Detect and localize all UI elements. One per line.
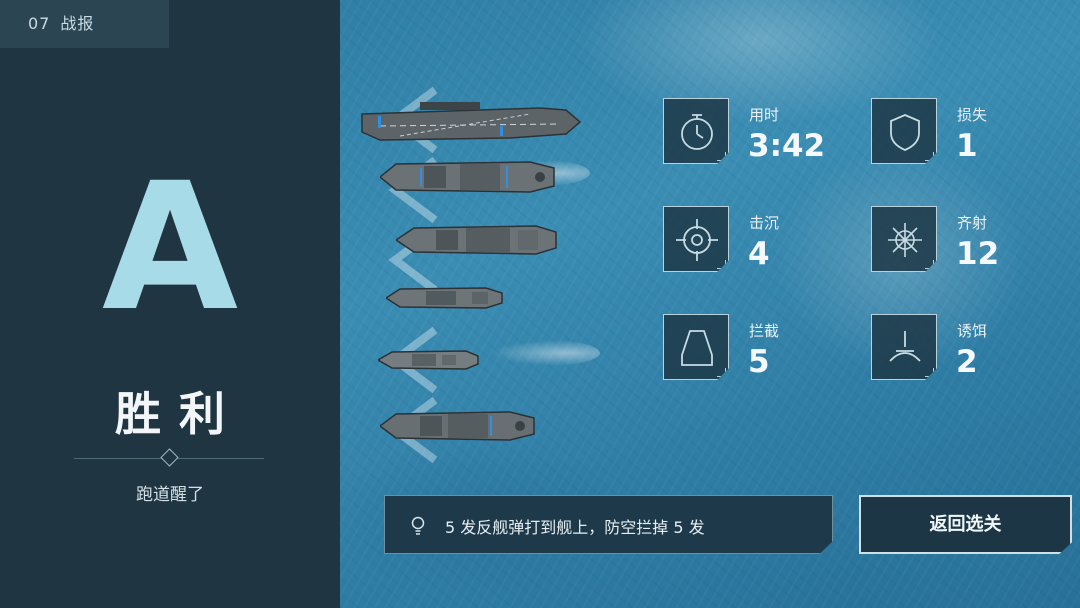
stat-label: 诱饵 bbox=[957, 322, 988, 340]
tip-bar: 5 发反舰弹打到舰上，防空拦掉 5 发 bbox=[384, 495, 833, 554]
shield-icon bbox=[890, 114, 920, 151]
decoy-icon bbox=[889, 331, 921, 362]
stat-label: 齐射 bbox=[957, 214, 988, 232]
salvo-burst-icon bbox=[888, 223, 922, 257]
lightbulb-icon bbox=[411, 516, 425, 535]
destroyer bbox=[380, 408, 536, 444]
destroyer bbox=[396, 222, 558, 258]
tip-text: 5 发反舰弹打到舰上，防空拦掉 5 发 bbox=[445, 518, 705, 537]
aircraft-carrier bbox=[360, 100, 582, 144]
stat-label: 击沉 bbox=[749, 214, 780, 232]
stat-value: 4 bbox=[748, 236, 770, 272]
destroyer bbox=[380, 158, 556, 196]
mission-title: 战报 bbox=[60, 14, 95, 33]
back-to-level-select-button[interactable]: 返回选关 bbox=[859, 495, 1072, 554]
stat-label: 拦截 bbox=[749, 322, 780, 340]
stat-value: 2 bbox=[956, 344, 978, 380]
stat-value: 3:42 bbox=[748, 128, 826, 164]
result-title: 胜利 bbox=[115, 387, 243, 441]
diamond-icon bbox=[160, 448, 179, 467]
stat-value: 5 bbox=[748, 344, 770, 380]
mission-number: 07 bbox=[28, 14, 51, 33]
intercept-icon bbox=[681, 330, 713, 366]
stat-value: 1 bbox=[956, 128, 978, 164]
stat-label: 用时 bbox=[749, 106, 780, 124]
stat-label: 损失 bbox=[957, 106, 988, 124]
crosshair-icon bbox=[676, 219, 718, 261]
mission-tag: 07 战报 bbox=[0, 0, 169, 48]
corvette bbox=[378, 347, 480, 373]
fleet bbox=[340, 0, 600, 470]
grade-letter: A bbox=[101, 145, 239, 350]
timer-icon bbox=[681, 114, 713, 150]
result-subtitle: 跑道醒了 bbox=[136, 485, 204, 505]
stat-value: 12 bbox=[956, 236, 1000, 272]
summary-panel: 07 战报 A 胜利 跑道醒了 bbox=[0, 0, 340, 608]
frigate bbox=[386, 285, 504, 311]
